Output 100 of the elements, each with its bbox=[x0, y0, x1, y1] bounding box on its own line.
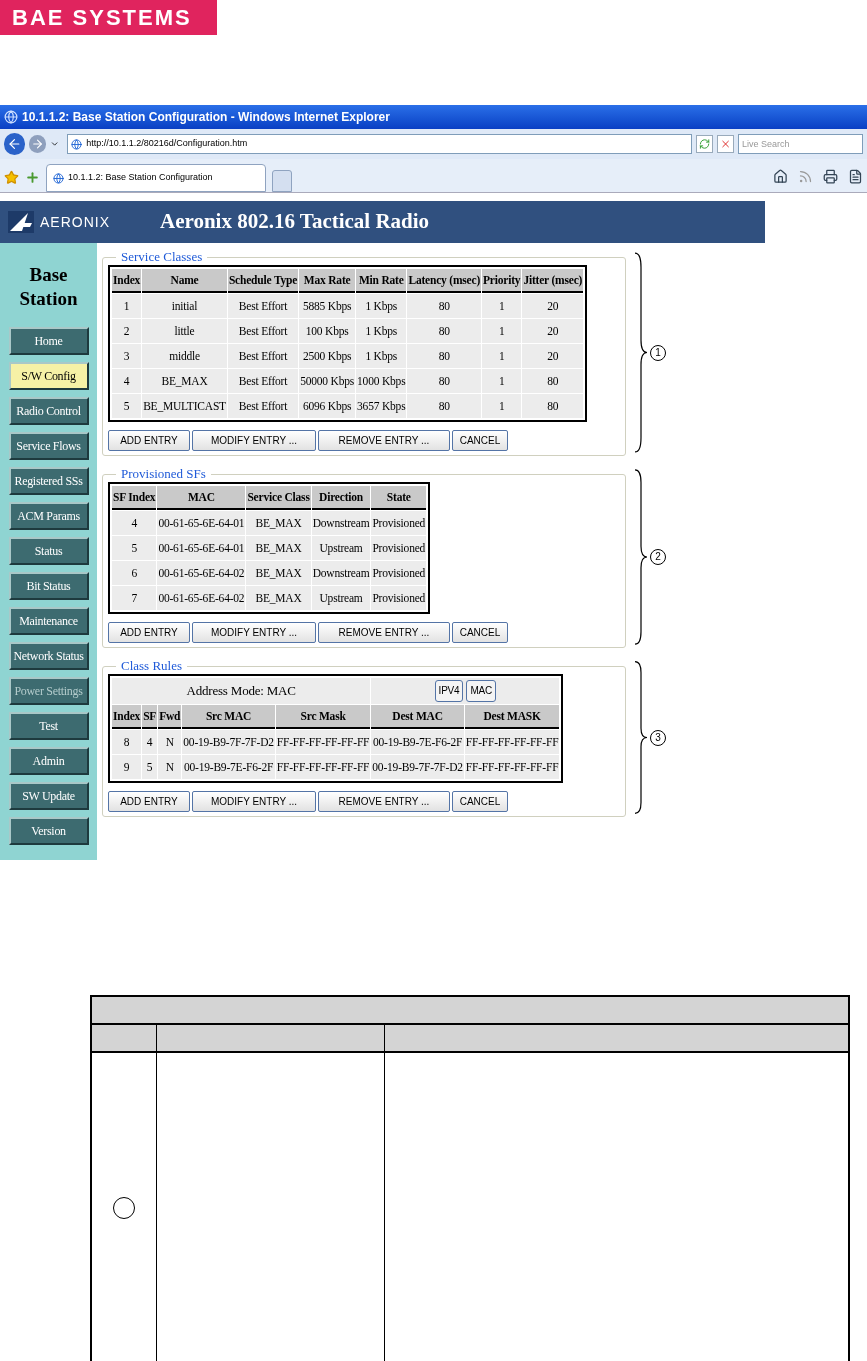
column-header: Jitter (msec) bbox=[522, 269, 584, 293]
column-header: SF bbox=[142, 705, 158, 729]
table-cell: little bbox=[142, 319, 227, 343]
mode-button[interactable]: IPV4 bbox=[434, 680, 464, 702]
search-field[interactable]: Live Search bbox=[738, 134, 863, 154]
table-cell: 80 bbox=[522, 369, 584, 393]
feed-icon[interactable] bbox=[798, 169, 813, 184]
table-cell: 5 bbox=[112, 394, 142, 418]
table-cell: 1 bbox=[482, 344, 522, 368]
nav-button[interactable]: ACM Params bbox=[8, 502, 89, 530]
nav-button[interactable]: SW Update bbox=[8, 782, 89, 810]
table-cell: 1 bbox=[482, 394, 522, 418]
table-cell: Best Effort bbox=[227, 294, 299, 318]
address-url: http://10.1.1.2/80216d/Configuration.htm bbox=[86, 137, 248, 151]
table-cell: initial bbox=[142, 294, 227, 318]
entry-button[interactable]: CANCEL bbox=[452, 622, 508, 643]
nav-button[interactable]: Version bbox=[8, 817, 89, 845]
nav-button[interactable]: Registered SSs bbox=[8, 467, 89, 495]
browser-tab[interactable]: 10.1.1.2: Base Station Configuration bbox=[46, 164, 266, 192]
mode-button[interactable]: MAC bbox=[466, 680, 497, 702]
entry-button[interactable]: CANCEL bbox=[452, 791, 508, 812]
table-cell: 80 bbox=[407, 294, 482, 318]
table-cell: 00-19-B9-7F-7F-D2 bbox=[371, 755, 464, 779]
entry-button[interactable]: ADD ENTRY bbox=[108, 622, 190, 643]
plus-icon[interactable] bbox=[25, 170, 40, 185]
table-cell: 1 Kbps bbox=[356, 344, 407, 368]
column-header: Index bbox=[112, 269, 142, 293]
fieldset-legend: Service Classes bbox=[116, 249, 208, 265]
table-cell: Downstream bbox=[311, 561, 371, 585]
table-cell: 4 bbox=[112, 369, 142, 393]
entry-button[interactable]: MODIFY ENTRY ... bbox=[192, 622, 316, 643]
table-cell: 20 bbox=[522, 319, 584, 343]
forward-icon[interactable] bbox=[28, 135, 46, 153]
table-cell: 1 Kbps bbox=[356, 294, 407, 318]
table-cell: middle bbox=[142, 344, 227, 368]
table-cell: 5 bbox=[112, 536, 157, 560]
refresh-icon[interactable] bbox=[695, 135, 713, 153]
column-header: Src Mask bbox=[275, 705, 371, 729]
table-cell: 1000 Kbps bbox=[356, 369, 407, 393]
nav-button[interactable]: Home bbox=[8, 327, 89, 355]
table-cell: BE_MULTICAST bbox=[142, 394, 227, 418]
table-cell: 80 bbox=[407, 319, 482, 343]
page-icon[interactable] bbox=[848, 169, 863, 184]
column-header: Fwd bbox=[158, 705, 182, 729]
column-header: MAC bbox=[157, 486, 246, 510]
table-cell: N bbox=[158, 730, 182, 754]
table-cell: 1 bbox=[482, 319, 522, 343]
column-header: Max Rate bbox=[299, 269, 356, 293]
table-cell: 00-61-65-6E-64-01 bbox=[157, 511, 246, 535]
table-cell: 00-19-B9-7E-F6-2F bbox=[371, 730, 464, 754]
table-cell: 2 bbox=[112, 319, 142, 343]
table-cell: 1 Kbps bbox=[356, 319, 407, 343]
table-cell: 4 bbox=[142, 730, 158, 754]
entry-button[interactable]: REMOVE ENTRY ... bbox=[318, 622, 450, 643]
nav-button[interactable]: Admin bbox=[8, 747, 89, 775]
table-cell: 100 Kbps bbox=[299, 319, 356, 343]
table-cell: FF-FF-FF-FF-FF-FF bbox=[464, 730, 560, 754]
column-header: Priority bbox=[482, 269, 522, 293]
print-icon[interactable] bbox=[823, 169, 838, 184]
caret-icon[interactable] bbox=[49, 139, 60, 149]
star-icon[interactable] bbox=[4, 170, 19, 185]
nav-button[interactable]: Bit Status bbox=[8, 572, 89, 600]
back-icon[interactable] bbox=[4, 133, 25, 155]
table-cell: BE_MAX bbox=[246, 536, 311, 560]
entry-button[interactable]: MODIFY ENTRY ... bbox=[192, 791, 316, 812]
globe-icon bbox=[4, 110, 18, 124]
nav-button[interactable]: S/W Config bbox=[8, 362, 89, 390]
column-header: Direction bbox=[311, 486, 371, 510]
table-cell: 00-61-65-6E-64-02 bbox=[157, 586, 246, 610]
nav-button[interactable]: Network Status bbox=[8, 642, 89, 670]
globe-icon bbox=[53, 172, 64, 184]
entry-button[interactable]: ADD ENTRY bbox=[108, 791, 190, 812]
table-cell: Best Effort bbox=[227, 344, 299, 368]
entry-button[interactable]: MODIFY ENTRY ... bbox=[192, 430, 316, 451]
table-cell: Provisioned bbox=[371, 561, 427, 585]
table-cell: 6096 Kbps bbox=[299, 394, 356, 418]
nav-button[interactable]: Status bbox=[8, 537, 89, 565]
nav-button[interactable]: Test bbox=[8, 712, 89, 740]
new-tab-button[interactable] bbox=[272, 170, 292, 192]
table-cell: 7 bbox=[112, 586, 157, 610]
table-cell: Provisioned bbox=[371, 536, 427, 560]
table-cell: 9 bbox=[112, 755, 142, 779]
table-cell: 20 bbox=[522, 344, 584, 368]
table-cell: BE_MAX bbox=[246, 586, 311, 610]
tab-label: 10.1.1.2: Base Station Configuration bbox=[68, 171, 213, 185]
close-icon[interactable] bbox=[716, 135, 734, 153]
entry-button[interactable]: REMOVE ENTRY ... bbox=[318, 430, 450, 451]
entry-button[interactable]: REMOVE ENTRY ... bbox=[318, 791, 450, 812]
nav-button[interactable]: Radio Control bbox=[8, 397, 89, 425]
entry-button[interactable]: ADD ENTRY bbox=[108, 430, 190, 451]
address-field[interactable]: http://10.1.1.2/80216d/Configuration.htm bbox=[67, 134, 692, 154]
table-cell: 2500 Kbps bbox=[299, 344, 356, 368]
table-cell: 80 bbox=[522, 394, 584, 418]
column-header: Service Class bbox=[246, 486, 311, 510]
entry-button[interactable]: CANCEL bbox=[452, 430, 508, 451]
nav-button[interactable]: Service Flows bbox=[8, 432, 89, 460]
column-header: Min Rate bbox=[356, 269, 407, 293]
nav-button[interactable]: Maintenance bbox=[8, 607, 89, 635]
home-icon[interactable] bbox=[773, 169, 788, 184]
column-header: State bbox=[371, 486, 427, 510]
